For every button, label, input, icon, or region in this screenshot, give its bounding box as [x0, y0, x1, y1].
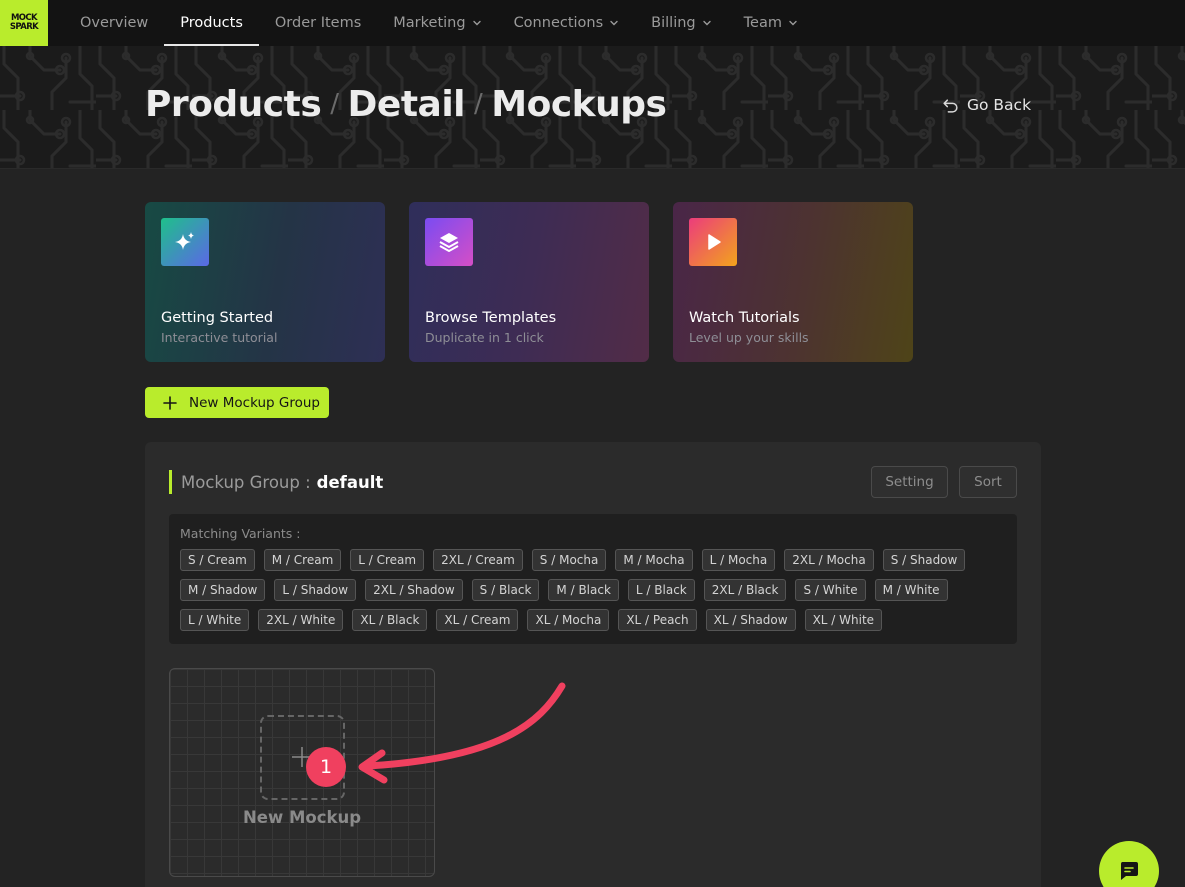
go-back-link[interactable]: Go Back — [942, 96, 1031, 114]
variant-chip[interactable]: M / Cream — [263, 549, 342, 571]
logo-line-2: SPARK — [9, 22, 39, 32]
chevron-down-icon — [789, 20, 797, 26]
breadcrumb-separator: / — [330, 89, 339, 119]
variant-chip[interactable]: 2XL / Black — [703, 579, 787, 601]
variant-chip[interactable]: L / Shadow — [274, 579, 357, 601]
variant-chip[interactable]: L / Black — [627, 579, 695, 601]
nav-item-label: Marketing — [393, 15, 466, 31]
top-nav: MOCK SPARK Overview Products Order Items Ma… — [0, 0, 1185, 46]
sparkles-icon — [161, 218, 209, 266]
header-band: Products / Detail / Mockups Go Back — [0, 46, 1185, 169]
breadcrumb: Products / Detail / Mockups — [145, 84, 667, 125]
nav-item-order-items[interactable]: Order Items — [259, 0, 377, 46]
nav-item-label: Order Items — [274, 15, 362, 31]
nav-item-billing[interactable]: Billing — [635, 0, 727, 46]
logo[interactable]: MOCK SPARK — [0, 0, 48, 46]
nav-item-label: Connections — [513, 15, 604, 31]
variant-chip[interactable]: M / Shadow — [180, 579, 266, 601]
variant-chip[interactable]: L / Cream — [350, 549, 425, 571]
variant-chip[interactable]: S / Shadow — [882, 549, 966, 571]
chevron-down-icon — [472, 20, 481, 26]
breadcrumb-detail[interactable]: Detail — [348, 84, 466, 125]
variant-chip[interactable]: M / White — [874, 579, 948, 601]
card-subtitle: Interactive tutorial — [161, 330, 278, 345]
nav-item-label: Overview — [80, 15, 149, 31]
breadcrumb-mockups: Mockups — [491, 84, 667, 125]
nav-items: Overview Products Order Items Marketing Conn… — [64, 0, 814, 46]
browse-templates-card[interactable]: Browse Templates Duplicate in 1 click — [409, 202, 649, 362]
mockup-group-panel: Mockup Group : default Setting Sort Matc… — [145, 442, 1041, 887]
card-subtitle: Duplicate in 1 click — [425, 330, 544, 345]
play-icon — [689, 218, 737, 266]
sort-button[interactable]: Sort — [959, 466, 1017, 498]
chat-button[interactable] — [1099, 841, 1159, 887]
variant-chip[interactable]: XL / Mocha — [527, 609, 610, 631]
step-badge: 1 — [306, 747, 346, 787]
variant-chip[interactable]: XL / Cream — [436, 609, 519, 631]
variant-chip[interactable]: S / Cream — [180, 549, 255, 571]
card-title: Browse Templates — [425, 310, 557, 326]
layers-icon — [425, 218, 473, 266]
mockup-group-title: Mockup Group : default — [169, 470, 383, 494]
variant-chip[interactable]: XL / Black — [352, 609, 428, 631]
nav-item-label: Billing — [651, 15, 696, 31]
watch-tutorials-card[interactable]: Watch Tutorials Level up your skills — [673, 202, 913, 362]
variant-chip[interactable]: XL / Shadow — [705, 609, 796, 631]
mockup-group-label: Mockup Group : — [181, 472, 311, 492]
variant-chips: S / Cream M / Cream L / Cream 2XL / Cream S … — [180, 549, 1006, 631]
variant-chip[interactable]: S / Mocha — [531, 549, 607, 571]
variant-chip[interactable]: L / Mocha — [701, 549, 776, 571]
variant-chip[interactable]: M / Black — [548, 579, 619, 601]
go-back-label: Go Back — [967, 96, 1032, 114]
variant-chip[interactable]: 2XL / Cream — [433, 549, 523, 571]
nav-item-label: Team — [743, 15, 782, 31]
undo-icon — [943, 98, 958, 113]
nav-item-team[interactable]: Team — [728, 0, 814, 46]
variant-chip[interactable]: 2XL / White — [258, 609, 344, 631]
variant-chip[interactable]: XL / White — [804, 609, 883, 631]
variant-chip[interactable]: S / White — [795, 579, 866, 601]
mockup-group-name: default — [316, 472, 384, 492]
nav-item-label: Products — [180, 15, 243, 31]
new-mockup-label: New Mockup — [242, 808, 362, 827]
breadcrumb-separator: / — [474, 89, 483, 119]
nav-item-products[interactable]: Products — [164, 0, 259, 46]
nav-item-marketing[interactable]: Marketing — [377, 0, 497, 46]
plus-icon — [163, 395, 177, 410]
card-title: Watch Tutorials — [689, 310, 800, 326]
variant-chip[interactable]: 2XL / Shadow — [365, 579, 463, 601]
chevron-down-icon — [610, 20, 618, 26]
breadcrumb-products[interactable]: Products — [145, 84, 322, 125]
getting-started-card[interactable]: Getting Started Interactive tutorial — [145, 202, 385, 362]
matching-variants: Matching Variants : S / Cream M / Cream L … — [169, 514, 1017, 644]
nav-item-connections[interactable]: Connections — [498, 0, 636, 46]
variant-chip[interactable]: M / Mocha — [615, 549, 693, 571]
chat-icon — [1120, 862, 1138, 880]
nav-item-overview[interactable]: Overview — [64, 0, 164, 46]
chevron-down-icon — [702, 20, 711, 26]
matching-variants-label: Matching Variants : — [180, 526, 301, 541]
variant-chip[interactable]: S / Black — [471, 579, 540, 601]
variant-chip[interactable]: XL / Peach — [618, 609, 697, 631]
new-mockup-group-label: New Mockup Group — [189, 394, 320, 411]
variant-chip[interactable]: 2XL / Mocha — [784, 549, 874, 571]
new-mockup-group-button[interactable]: New Mockup Group — [145, 387, 329, 418]
setting-button[interactable]: Setting — [871, 466, 948, 498]
variant-chip[interactable]: L / White — [180, 609, 250, 631]
card-title: Getting Started — [161, 310, 274, 326]
card-subtitle: Level up your skills — [689, 330, 809, 345]
